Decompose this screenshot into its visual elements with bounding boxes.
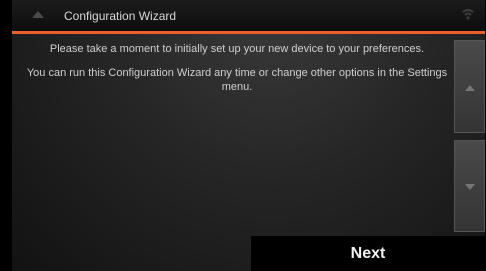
scroll-down-button[interactable] bbox=[454, 140, 485, 232]
info-paragraph: You can run this Configuration Wizard an… bbox=[26, 67, 448, 93]
arrow-up-icon bbox=[465, 85, 475, 91]
accent-bar bbox=[12, 31, 485, 34]
title-bar: Configuration Wizard bbox=[12, 0, 485, 31]
arrow-down-icon bbox=[465, 184, 475, 190]
wizard-screen: Configuration Wizard Please take a momen… bbox=[12, 0, 485, 271]
signal-icon bbox=[462, 9, 474, 20]
chevron-up-icon[interactable] bbox=[32, 11, 44, 18]
wizard-message: Please take a moment to initially set up… bbox=[20, 42, 454, 104]
next-button[interactable]: Next bbox=[251, 236, 485, 271]
scroll-up-button[interactable] bbox=[454, 40, 485, 133]
intro-paragraph: Please take a moment to initially set up… bbox=[49, 43, 425, 55]
page-title: Configuration Wizard bbox=[64, 9, 177, 23]
